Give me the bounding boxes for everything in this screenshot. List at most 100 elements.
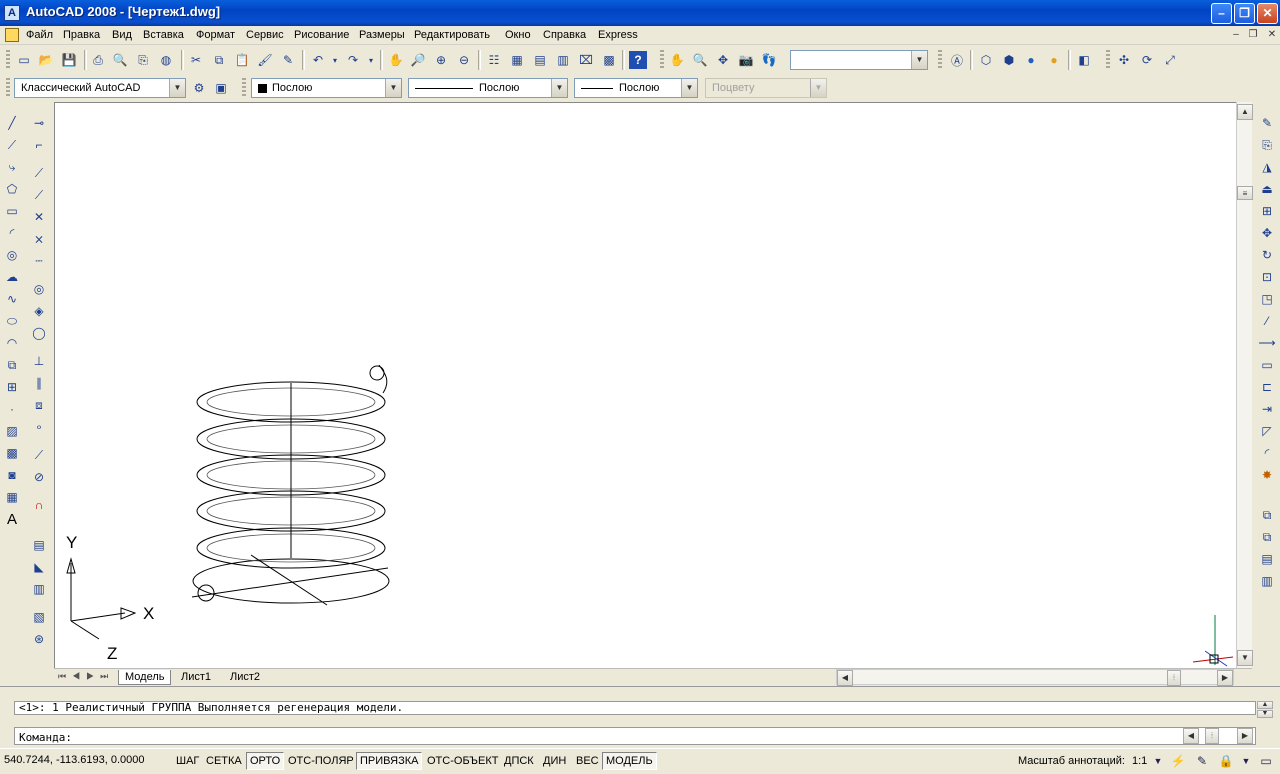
horizontal-scrollbar[interactable]: ◀ ⦙ ▶ [836,669,1234,686]
snap-endpoint-icon[interactable]: ⟋ [30,164,48,182]
zoom-realtime-icon[interactable]: 🔎 [409,51,427,69]
visual-styles-manager-icon[interactable]: ◧ [1075,51,1093,69]
osnap-toggle[interactable]: ПРИВЯЗКА [356,752,423,770]
snap-apparent-intersection-icon[interactable]: ⨯ [30,230,48,248]
clean-screen-icon[interactable]: ▭ [1258,753,1274,769]
region-icon[interactable]: ◙ [3,466,21,484]
explode-icon[interactable]: ✸ [1258,466,1276,484]
arc-icon[interactable]: ◜ [3,224,21,242]
trim-icon[interactable]: ⁄ [1258,312,1276,330]
array-icon[interactable]: ⊞ [1258,202,1276,220]
zoom-previous-icon[interactable]: ⊖ [455,51,473,69]
3d-hidden-icon[interactable]: ⬢ [1000,51,1018,69]
break-at-point-icon[interactable]: ▭ [1258,356,1276,374]
polyline-icon[interactable]: ⤷ [3,158,21,176]
scroll-up-icon[interactable]: ▲ [1237,104,1253,120]
workspace-save-icon[interactable]: ▣ [212,79,230,97]
vertical-scrollbar[interactable]: ▲ ≡ ▼ [1236,102,1253,668]
document-icon[interactable] [5,28,19,42]
text-style-icon[interactable]: Ⓐ [948,51,966,69]
chamfer-icon[interactable]: ◸ [1258,422,1276,440]
conceptual-icon[interactable]: ● [1022,51,1040,69]
calculator-icon[interactable]: ▩ [600,51,618,69]
design-center-icon[interactable]: ▦ [508,51,526,69]
spline-icon[interactable]: ∿ [3,290,21,308]
dim-aligned-icon[interactable]: ◣ [30,558,48,576]
chevron-down-icon[interactable]: ▼ [551,79,567,97]
table-icon[interactable]: ▦ [3,488,21,506]
drawing-area[interactable]: Y X Z [54,102,1236,668]
snap-from-icon[interactable]: ⌐ [30,136,48,154]
cmd-scroll-left-icon[interactable]: ◀ [1183,728,1199,744]
publish-icon[interactable]: ⎘ [134,51,152,69]
workspace-settings-icon[interactable]: ⚙ [190,79,208,97]
ortho-toggle[interactable]: ОРТО [246,752,285,770]
named-view-combo[interactable]: ▼ [790,50,928,70]
grid-toggle[interactable]: СЕТКА [202,752,246,770]
snap-insert-icon[interactable]: ⧈ [30,396,48,414]
dim-baseline-icon[interactable]: ▥ [30,580,48,598]
document-restore-icon[interactable]: ❐ [1245,28,1261,42]
line-icon[interactable]: ╱ [3,114,21,132]
menu-modify[interactable]: Редактировать [414,29,490,41]
3d-align-icon[interactable]: ⤢ [1161,51,1179,69]
scroll-thumb[interactable]: ≡ [1237,186,1253,200]
chevron-down-icon[interactable]: ▼ [385,79,401,97]
hatch-icon[interactable]: ▨ [3,422,21,440]
tab-layout2[interactable]: Лист2 [224,670,266,685]
bring-to-front-icon[interactable]: ⧉ [1258,506,1276,524]
hscroll-thumb[interactable]: ⦙ [1167,670,1181,686]
tab-navigation-icon[interactable]: ⏮◀▶⏭ [58,671,114,682]
3d-wireframe-icon[interactable]: ⬡ [977,51,995,69]
3d-dwf-icon[interactable]: ◍ [157,51,175,69]
tab-model[interactable]: Модель [118,670,172,685]
tool-palettes-icon[interactable]: ▤ [531,51,549,69]
menu-tools[interactable]: Сервис [246,29,284,41]
extend-icon[interactable]: ⟶ [1258,334,1276,352]
lineweight-toggle[interactable]: ВЕС [572,752,603,770]
menu-format[interactable]: Формат [196,29,235,41]
snap-midpoint-icon[interactable]: ⟋ [30,186,48,204]
break-icon[interactable]: ⊏ [1258,378,1276,396]
gradient-icon[interactable]: ▩ [3,444,21,462]
document-close-icon[interactable]: ✕ [1264,28,1280,42]
chevron-down-icon[interactable]: ▼ [169,79,185,97]
copy-icon[interactable]: ⧉ [210,51,228,69]
ellipse-icon[interactable]: ⬭ [3,312,21,330]
model-toggle[interactable]: МОДЕЛЬ [602,752,657,770]
menu-express[interactable]: Express [598,29,638,41]
construction-line-icon[interactable]: ⟋ [3,136,21,154]
3d-move-icon[interactable]: ✣ [1115,51,1133,69]
menu-dimension[interactable]: Размеры [359,29,405,41]
pan-realtime-icon[interactable]: ✋ [387,51,405,69]
history-scroll-down-icon[interactable]: ▼ [1257,710,1273,718]
redo-dropdown-icon[interactable]: ▾ [366,51,376,69]
autocad-logo-icon[interactable]: A [4,5,20,21]
paste-icon[interactable]: 📋 [233,51,251,69]
status-menu-chevron-icon[interactable]: ▼ [1238,753,1254,769]
circle-icon[interactable]: ◎ [3,246,21,264]
toolbar-lock-icon[interactable]: 🔒 [1218,753,1234,769]
open-file-icon[interactable]: 📂 [37,51,55,69]
snap-toggle[interactable]: ШАГ [172,752,203,770]
bring-above-icon[interactable]: ▤ [1258,550,1276,568]
rectangle-icon[interactable]: ▭ [3,202,21,220]
otrack-toggle[interactable]: ОТС-ОБЪЕКТ [423,752,502,770]
cut-icon[interactable]: ✂ [187,51,205,69]
join-icon[interactable]: ⇥ [1258,400,1276,418]
menu-draw[interactable]: Рисование [294,29,349,41]
chevron-down-icon[interactable]: ▼ [1150,753,1166,769]
dim-continue-icon[interactable]: ▧ [30,608,48,626]
undo-icon[interactable]: ↶ [309,51,327,69]
cmd-scroll-thumb[interactable]: ⦙ [1205,728,1219,744]
markup-icon[interactable]: ⌧ [577,51,595,69]
chevron-down-icon[interactable]: ▼ [681,79,697,97]
menu-insert[interactable]: Вставка [143,29,184,41]
cmd-scroll-right-icon[interactable]: ▶ [1237,728,1253,744]
fillet-icon[interactable]: ◜ [1258,444,1276,462]
lineweight-combo[interactable]: Послою ▼ [574,78,698,98]
save-icon[interactable]: 💾 [60,51,78,69]
snap-nearest-icon[interactable]: ⟋ [30,446,48,464]
scroll-down-icon[interactable]: ▼ [1237,650,1253,666]
point-icon[interactable]: · [3,400,21,418]
